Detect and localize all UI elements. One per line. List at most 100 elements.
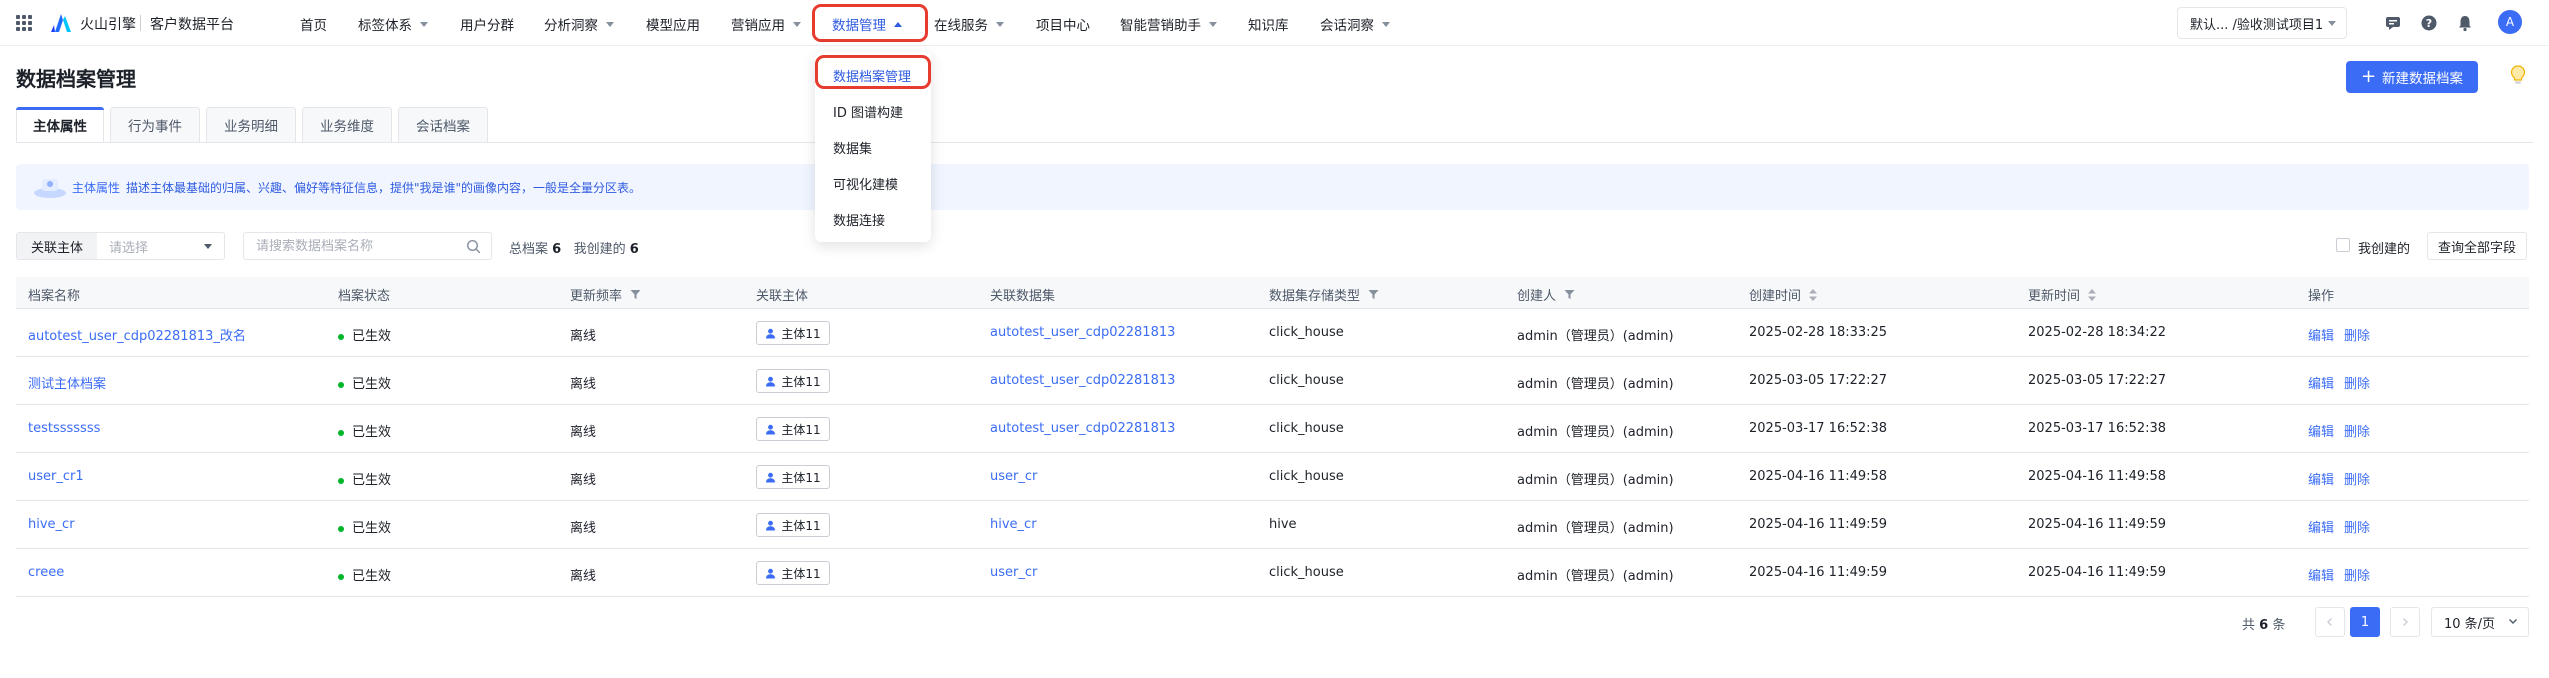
col-header-creator: 创建人 [1517,285,1575,304]
status-dot-icon [338,381,344,388]
nav-item-analysis[interactable]: 分析洞察 [544,14,614,34]
user-avatar[interactable]: A [2498,10,2522,34]
table-row: autotest_user_cdp02281813_改名 已生效 离线 主体11… [16,309,2529,357]
status-badge: 已生效 [338,421,391,440]
entity-filter-select[interactable]: 请选择 [97,233,224,259]
edit-button[interactable]: 编辑 [2308,325,2334,344]
dataset-link[interactable]: user_cr [990,469,1037,484]
tab-business-details[interactable]: 业务明细 [206,107,296,143]
profile-name-link[interactable]: autotest_user_cdp02281813_改名 [28,325,246,344]
edit-button[interactable]: 编辑 [2308,469,2334,488]
tab-behavior-events[interactable]: 行为事件 [110,107,200,143]
plus-icon: + [2360,66,2377,87]
update-frequency: 离线 [570,521,597,536]
page-size-select[interactable]: 10 条/页 [2431,607,2529,637]
message-icon[interactable] [2384,14,2402,32]
delete-button[interactable]: 删除 [2344,565,2370,584]
delete-button[interactable]: 删除 [2344,325,2370,344]
delete-button[interactable]: 删除 [2344,373,2370,392]
user-icon [766,472,776,482]
filter-icon[interactable] [1368,289,1379,300]
info-banner: 主体属性 描述主体最基础的归属、兴趣、偏好等特征信息，提供"我是谁"的画像内容，… [16,164,2529,210]
query-all-fields-button[interactable]: 查询全部字段 [2427,232,2527,260]
menu-item-data-connections[interactable]: 数据连接 [833,210,885,229]
edit-button[interactable]: 编辑 [2308,373,2334,392]
entity-tag: 主体11 [756,417,830,441]
nav-item-session-insights[interactable]: 会话洞察 [1320,14,1390,34]
dataset-link[interactable]: autotest_user_cdp02281813 [990,325,1175,340]
next-page-button[interactable] [2390,607,2420,637]
status-dot-icon [338,477,344,484]
chevron-down-icon [204,244,212,249]
search-icon[interactable] [466,239,481,254]
user-icon [766,376,776,386]
project-select[interactable]: 默认... /验收测试项目1 [2177,7,2347,39]
tab-entity-attributes[interactable]: 主体属性 [16,107,104,143]
dataset-link[interactable]: user_cr [990,565,1037,580]
nav-item-online-services[interactable]: 在线服务 [934,14,1004,34]
profile-name-link[interactable]: creee [28,565,64,580]
table-row: user_cr1 已生效 离线 主体11 user_cr click_house… [16,453,2529,501]
sort-icon[interactable] [2088,288,2097,301]
menu-item-visual-modeling[interactable]: 可视化建模 [833,174,898,193]
app-grid-icon[interactable] [16,15,32,31]
nav-item-user-segments[interactable]: 用户分群 [460,14,514,34]
nav-item-knowledge-base[interactable]: 知识库 [1248,14,1289,34]
nav-item-model-apps[interactable]: 模型应用 [646,14,700,34]
chevron-down-icon [2509,619,2517,624]
delete-button[interactable]: 删除 [2344,469,2370,488]
status-dot-icon [338,573,344,580]
bell-icon[interactable] [2456,14,2474,32]
status-badge: 已生效 [338,373,391,392]
update-frequency: 离线 [570,473,597,488]
sort-icon[interactable] [1809,288,1818,301]
tab-session-profiles[interactable]: 会话档案 [398,107,488,143]
nav-item-marketing-assistant[interactable]: 智能营销助手 [1120,14,1217,34]
page-title: 数据档案管理 [16,67,136,91]
dataset-link[interactable]: autotest_user_cdp02281813 [990,373,1175,388]
filter-icon[interactable] [1564,289,1575,300]
profile-name-link[interactable]: hive_cr [28,517,75,532]
prev-page-button[interactable] [2315,607,2345,637]
product-name: 客户数据平台 [150,17,234,33]
delete-button[interactable]: 删除 [2344,421,2370,440]
help-icon[interactable]: ? [2420,14,2438,32]
updated-time: 2025-03-05 17:22:27 [2028,373,2167,388]
dataset-link[interactable]: hive_cr [990,517,1037,532]
edit-button[interactable]: 编辑 [2308,517,2334,536]
dataset-link[interactable]: autotest_user_cdp02281813 [990,421,1175,436]
delete-button[interactable]: 删除 [2344,517,2370,536]
table-row: testsssssss 已生效 离线 主体11 autotest_user_cd… [16,405,2529,453]
new-data-profile-button[interactable]: + 新建数据档案 [2346,61,2478,93]
page-button-current[interactable]: 1 [2350,607,2380,637]
created-by-me-checkbox[interactable] [2336,238,2350,252]
edit-button[interactable]: 编辑 [2308,421,2334,440]
created-time: 2025-03-17 16:52:38 [1749,421,1888,436]
created-by-me-label: 我创建的 [2358,242,2411,257]
chevron-down-icon [996,21,1004,27]
nav-item-tag-system[interactable]: 标签体系 [358,14,428,34]
profile-name-link[interactable]: 测试主体档案 [28,373,106,392]
tab-business-dimensions[interactable]: 业务维度 [302,107,392,143]
lightbulb-icon[interactable] [2508,64,2528,86]
update-frequency: 离线 [570,425,597,440]
nav-item-marketing[interactable]: 营销应用 [731,14,801,34]
menu-item-datasets[interactable]: 数据集 [833,138,872,157]
user-icon [766,328,776,338]
user-icon [766,568,776,578]
updated-time: 2025-04-16 11:49:59 [2028,565,2167,580]
tabs-divider [16,142,2533,143]
profile-counts: 总档案 6 我创建的 6 [509,242,639,257]
nav-item-project-center[interactable]: 项目中心 [1036,14,1090,34]
profile-name-link[interactable]: testsssssss [28,421,100,436]
profile-search-input[interactable] [256,238,456,254]
entity-filter: 关联主体 请选择 [16,232,225,260]
top-nav: 火山引擎 客户数据平台 首页 标签体系 用户分群 分析洞察 模型应用 营销应用 … [0,0,2549,46]
menu-item-id-graph[interactable]: ID 图谱构建 [833,102,903,121]
nav-item-home[interactable]: 首页 [300,14,327,34]
profile-name-link[interactable]: user_cr1 [28,469,84,484]
storage-type: click_house [1269,373,1344,388]
filter-icon[interactable] [630,289,641,300]
edit-button[interactable]: 编辑 [2308,565,2334,584]
created-time: 2025-04-16 11:49:59 [1749,565,1888,580]
